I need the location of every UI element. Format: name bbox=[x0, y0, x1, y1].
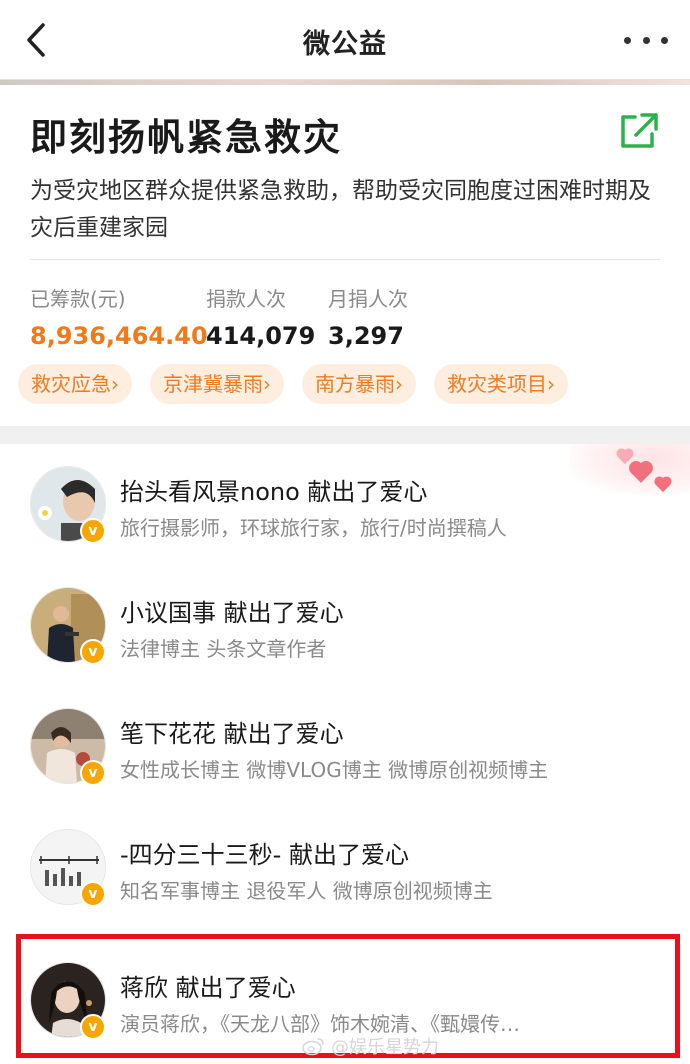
more-dots-icon bbox=[624, 36, 631, 44]
verified-badge-icon: v bbox=[80, 639, 106, 665]
share-button[interactable] bbox=[618, 111, 660, 151]
stat-label: 捐款人次 bbox=[206, 287, 286, 311]
donor-name: 抬头看风景nono 献出了爱心 bbox=[120, 478, 428, 506]
donor-item[interactable]: v 抬头看风景nono 献出了爱心 旅行摄影师，环球旅行家，旅行/时尚撰稿人 bbox=[0, 444, 690, 554]
project-title: 即刻扬帆紧急救灾 bbox=[30, 116, 342, 159]
weibo-logo-icon bbox=[302, 1038, 324, 1056]
watermark-text: @娱乐星势力 bbox=[331, 1037, 439, 1058]
donor-bio: 旅行摄影师，环球旅行家，旅行/时尚撰稿人 bbox=[120, 516, 507, 540]
donor-item[interactable]: v 小议国事 献出了爱心 法律博主 头条文章作者 bbox=[0, 565, 690, 675]
more-button[interactable] bbox=[624, 30, 668, 50]
verified-badge-icon: v bbox=[80, 881, 106, 907]
project-card: 即刻扬帆紧急救灾 为受灾地区群众提供紧急救助，帮助受灾同胞度过困难时期及灾后重建… bbox=[0, 85, 690, 425]
project-description: 为受灾地区群众提供紧急救助，帮助受灾同胞度过困难时期及灾后重建家园 bbox=[30, 178, 651, 241]
page: 微公益 即刻扬帆紧急救灾 为受灾地区群众提供紧急救助，帮助受灾同胞度过困难时期及… bbox=[0, 0, 690, 1064]
donor-item[interactable]: v 笔下花花 献出了爱心 女性成长博主 微博VLOG博主 微博原创视频博主 bbox=[0, 686, 690, 796]
stat-value: 8,936,464.40 bbox=[30, 322, 208, 350]
stat-raised: 已筹款(元) 8,936,464.40 bbox=[30, 283, 208, 350]
stat-value: 3,297 bbox=[328, 322, 404, 350]
stat-value: 414,079 bbox=[206, 322, 316, 350]
donor-item[interactable]: v -四分三十三秒- 献出了爱心 知名军事博主 退役军人 微博原创视频博主 bbox=[0, 807, 690, 917]
nav-bar: 微公益 bbox=[0, 0, 690, 80]
verified-badge-icon: v bbox=[80, 518, 106, 544]
share-external-icon bbox=[621, 113, 658, 148]
tag-south-rainstorm[interactable]: 南方暴雨› bbox=[302, 364, 416, 404]
donor-name: 笔下花花 献出了爱心 bbox=[120, 720, 344, 748]
stat-label: 月捐人次 bbox=[328, 287, 408, 311]
stat-label: 已筹款(元) bbox=[30, 287, 126, 311]
divider bbox=[30, 259, 660, 260]
donor-name: -四分三十三秒- 献出了爱心 bbox=[120, 841, 409, 869]
stat-donations: 捐款人次 414,079 bbox=[206, 283, 315, 350]
donor-bio: 法律博主 头条文章作者 bbox=[120, 637, 327, 661]
verified-badge-icon: v bbox=[80, 760, 106, 786]
donor-bio: 女性成长博主 微博VLOG博主 微博原创视频博主 bbox=[120, 758, 549, 782]
watermark: @娱乐星势力 bbox=[302, 1034, 439, 1058]
stat-monthly: 月捐人次 3,297 bbox=[328, 283, 408, 350]
page-title: 微公益 bbox=[303, 29, 387, 60]
tag-jingjinji-rainstorm[interactable]: 京津冀暴雨› bbox=[150, 364, 284, 404]
donor-name: 小议国事 献出了爱心 bbox=[120, 599, 344, 627]
tag-list: 救灾应急› 京津冀暴雨› 南方暴雨› 救灾类项目› bbox=[18, 364, 586, 404]
tag-disaster-emergency[interactable]: 救灾应急› bbox=[18, 364, 132, 404]
section-gap bbox=[0, 426, 690, 444]
tag-disaster-projects[interactable]: 救灾类项目› bbox=[434, 364, 568, 404]
donor-bio: 知名军事博主 退役军人 微博原创视频博主 bbox=[120, 879, 493, 903]
